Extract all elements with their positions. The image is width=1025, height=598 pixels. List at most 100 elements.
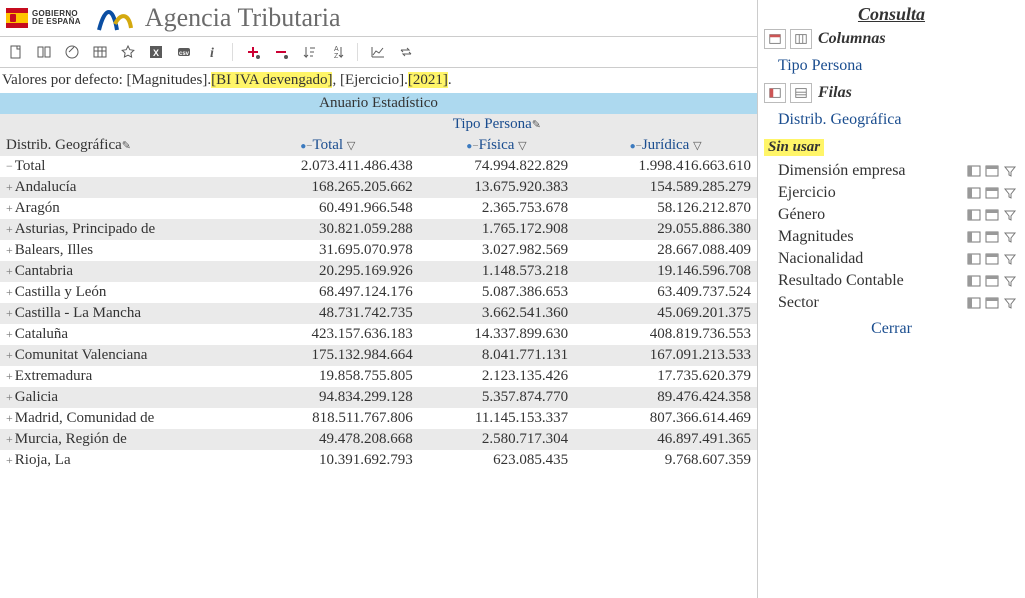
cell-value: 818.511.767.806 [237, 408, 419, 429]
swap-icon[interactable] [398, 44, 414, 60]
rows-btn1-icon[interactable] [764, 83, 786, 103]
to-column-icon[interactable] [967, 252, 981, 266]
to-row-icon[interactable] [985, 230, 999, 244]
cell-value: 19.858.755.805 [237, 366, 419, 387]
cell-value: 2.073.411.486.438 [237, 156, 419, 177]
unused-label[interactable]: Ejercicio [778, 184, 836, 202]
table-row: +Balears, Illes31.695.070.9783.027.982.5… [0, 240, 757, 261]
col-header-física[interactable]: ●−Física ▽ [419, 135, 574, 156]
unused-label[interactable]: Magnitudes [778, 228, 854, 246]
row-label[interactable]: +Madrid, Comunidad de [0, 408, 237, 429]
excel-icon[interactable]: X [148, 44, 164, 60]
to-column-icon[interactable] [967, 208, 981, 222]
filter-icon[interactable] [1003, 296, 1017, 310]
cell-value: 5.357.874.770 [419, 387, 574, 408]
table-title: Anuario Estadístico [0, 93, 757, 114]
row-label[interactable]: +Aragón [0, 198, 237, 219]
columns-btn1-icon[interactable] [764, 29, 786, 49]
col-header-jurídica[interactable]: ●−Jurídica ▽ [574, 135, 757, 156]
unused-label[interactable]: Resultado Contable [778, 272, 904, 290]
svg-text:csv: csv [179, 51, 190, 57]
filter-icon[interactable] [1003, 164, 1017, 178]
columns-title: Columnas [818, 30, 886, 48]
row-label[interactable]: +Comunitat Valenciana [0, 345, 237, 366]
cell-value: 2.580.717.304 [419, 429, 574, 450]
row-label[interactable]: +Murcia, Región de [0, 429, 237, 450]
row-dim-header[interactable]: Distrib. Geográfica✎ [0, 135, 237, 156]
row-label[interactable]: +Balears, Illes [0, 240, 237, 261]
close-link[interactable]: Cerrar [871, 320, 912, 337]
cell-value: 3.662.541.360 [419, 303, 574, 324]
info-icon[interactable]: i [204, 44, 220, 60]
row-label[interactable]: +Extremadura [0, 366, 237, 387]
table-row: +Madrid, Comunidad de818.511.767.80611.1… [0, 408, 757, 429]
cell-value: 1.765.172.908 [419, 219, 574, 240]
table-row: +Galicia94.834.299.1285.357.874.77089.47… [0, 387, 757, 408]
row-label[interactable]: +Andalucía [0, 177, 237, 198]
remove-red-icon[interactable] [273, 44, 289, 60]
unused-label[interactable]: Género [778, 206, 825, 224]
to-row-icon[interactable] [985, 296, 999, 310]
star-icon[interactable] [120, 44, 136, 60]
csv-icon[interactable]: csv [176, 44, 192, 60]
table-row: +Extremadura19.858.755.8052.123.135.4261… [0, 366, 757, 387]
to-row-icon[interactable] [985, 186, 999, 200]
filter-icon[interactable] [1003, 208, 1017, 222]
unused-label[interactable]: Nacionalidad [778, 250, 863, 268]
col-header-total[interactable]: ●−Total ▽ [237, 135, 419, 156]
to-row-icon[interactable] [985, 164, 999, 178]
row-label[interactable]: +Castilla - La Mancha [0, 303, 237, 324]
row-label[interactable]: +Galicia [0, 387, 237, 408]
filter-icon[interactable] [1003, 252, 1017, 266]
new-icon[interactable] [8, 44, 24, 60]
cell-value: 3.027.982.569 [419, 240, 574, 261]
to-column-icon[interactable] [967, 296, 981, 310]
to-row-icon[interactable] [985, 252, 999, 266]
to-row-icon[interactable] [985, 208, 999, 222]
sort-az-icon[interactable]: AZ [329, 44, 345, 60]
cell-value: 9.768.607.359 [574, 450, 757, 471]
filter-icon[interactable] [1003, 186, 1017, 200]
cell-value: 45.069.201.375 [574, 303, 757, 324]
table-icon[interactable] [92, 44, 108, 60]
row-label[interactable]: +Asturias, Principado de [0, 219, 237, 240]
row-label[interactable]: +Cataluña [0, 324, 237, 345]
to-column-icon[interactable] [967, 274, 981, 288]
row-label[interactable]: +Castilla y León [0, 282, 237, 303]
columns-btn2-icon[interactable] [790, 29, 812, 49]
edit-icon[interactable] [64, 44, 80, 60]
row-label[interactable]: +Rioja, La [0, 450, 237, 471]
row-label[interactable]: −Total [0, 156, 237, 177]
add-red-icon[interactable] [245, 44, 261, 60]
svg-text:A: A [334, 46, 339, 53]
page-title: Agencia Tributaria [145, 3, 341, 33]
to-column-icon[interactable] [967, 186, 981, 200]
cell-value: 89.476.424.358 [574, 387, 757, 408]
cell-value: 1.998.416.663.610 [574, 156, 757, 177]
to-row-icon[interactable] [985, 274, 999, 288]
table-row: +Aragón60.491.966.5482.365.753.67858.126… [0, 198, 757, 219]
chart-icon[interactable] [370, 44, 386, 60]
header: GOBIERNO DE ESPAÑA Agencia Tributaria [0, 0, 757, 36]
to-column-icon[interactable] [967, 230, 981, 244]
columns-section: Columnas [764, 29, 1019, 49]
filter-icon[interactable] [1003, 230, 1017, 244]
filter-icon[interactable] [1003, 274, 1017, 288]
col-group-header[interactable]: Tipo Persona✎ [237, 114, 757, 135]
copy-icon[interactable] [36, 44, 52, 60]
row-label[interactable]: +Cantabria [0, 261, 237, 282]
sidebar-row-item[interactable]: Distrib. Geográfica [764, 107, 1019, 133]
unused-label[interactable]: Dimensión empresa [778, 162, 906, 180]
unused-dimension: Sector [764, 292, 1019, 314]
unused-label[interactable]: Sector [778, 294, 819, 312]
unused-dimension: Ejercicio [764, 182, 1019, 204]
sort-down-icon[interactable] [301, 44, 317, 60]
cell-value: 31.695.070.978 [237, 240, 419, 261]
rows-btn2-icon[interactable] [790, 83, 812, 103]
table-row: +Castilla y León68.497.124.1765.087.386.… [0, 282, 757, 303]
spain-flag-icon [6, 8, 28, 28]
toolbar: X csv i AZ [0, 36, 757, 68]
table-row: +Andalucía168.265.205.66213.675.920.3831… [0, 177, 757, 198]
sidebar-column-item[interactable]: Tipo Persona [764, 53, 1019, 79]
to-column-icon[interactable] [967, 164, 981, 178]
